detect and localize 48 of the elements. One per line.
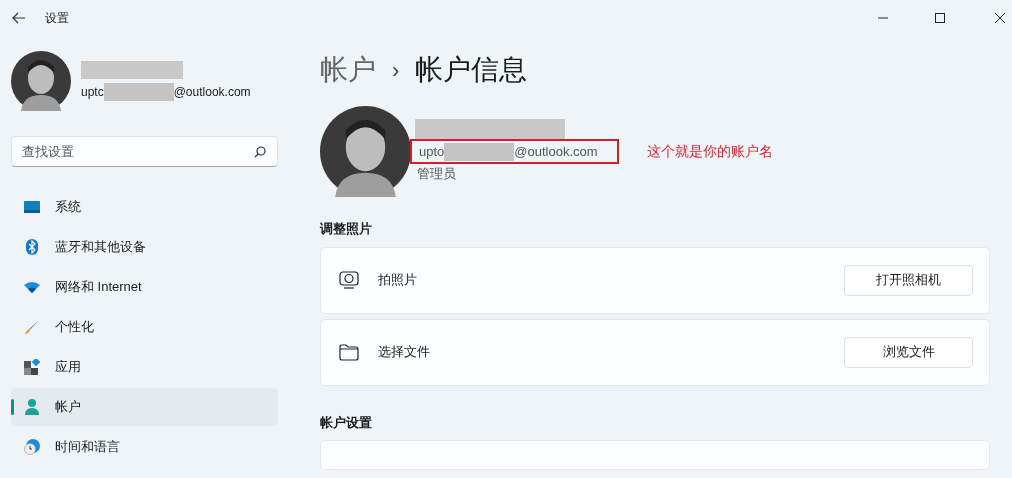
email-text: upto bbox=[419, 143, 445, 161]
wifi-icon bbox=[24, 281, 40, 293]
nav-label: 应用 bbox=[55, 358, 81, 377]
nav-label: 帐户 bbox=[55, 398, 81, 417]
window-title: 设置 bbox=[45, 10, 69, 27]
folder-icon bbox=[339, 343, 359, 361]
email-text: @outlook.com bbox=[173, 84, 251, 101]
redaction-bar bbox=[444, 142, 515, 161]
nav-item[interactable]: 应用 bbox=[11, 348, 278, 386]
nav-label: 蓝牙和其他设备 bbox=[55, 238, 146, 257]
nav-item[interactable]: 时间和语言 bbox=[11, 428, 278, 466]
action-button[interactable]: 浏览文件 bbox=[844, 336, 973, 368]
nav-item[interactable]: 网络和 Internet bbox=[11, 268, 278, 306]
maximize-icon[interactable] bbox=[935, 13, 945, 23]
apps-icon bbox=[24, 359, 40, 375]
page-title: 帐户信息 bbox=[415, 53, 528, 87]
nav-item[interactable]: 个性化 bbox=[11, 308, 278, 346]
search-field[interactable]: 查找设置 bbox=[11, 136, 278, 167]
nav-item[interactable]: 帐户 bbox=[11, 388, 278, 426]
breadcrumb-separator: › bbox=[392, 56, 400, 85]
role-text: 管理员 bbox=[417, 165, 457, 184]
row-label: 选择文件 bbox=[378, 343, 430, 362]
action-button[interactable]: 打开照相机 bbox=[844, 264, 973, 296]
brush-icon bbox=[24, 319, 40, 335]
breadcrumb-parent[interactable]: 帐户 bbox=[320, 49, 376, 91]
clock-icon bbox=[24, 439, 40, 455]
nav-item[interactable]: 系统 bbox=[11, 188, 278, 226]
camera-icon bbox=[339, 271, 359, 289]
person-icon bbox=[25, 399, 39, 415]
nav-label: 网络和 Internet bbox=[55, 278, 142, 297]
section-title: 调整照片 bbox=[320, 220, 373, 238]
email-text: uptc bbox=[81, 84, 104, 101]
nav-label: 系统 bbox=[55, 198, 81, 217]
back-arrow-icon[interactable] bbox=[12, 12, 26, 24]
annotation-text: 这个就是你的账户名 bbox=[647, 142, 773, 162]
bluetooth-icon bbox=[26, 239, 38, 255]
search-icon bbox=[254, 146, 266, 158]
section-title: 帐户设置 bbox=[320, 413, 373, 432]
nav-item[interactable]: 蓝牙和其他设备 bbox=[11, 228, 278, 266]
selection-indicator bbox=[11, 399, 14, 415]
nav-label: 时间和语言 bbox=[55, 438, 120, 457]
row-label: 拍照片 bbox=[378, 271, 417, 290]
email-text: @outlook.com bbox=[514, 143, 598, 161]
monitor-icon bbox=[24, 201, 40, 213]
avatar bbox=[11, 51, 71, 111]
redaction-bar bbox=[103, 83, 174, 101]
close-icon[interactable] bbox=[995, 13, 1005, 23]
nav-label: 个性化 bbox=[55, 318, 94, 337]
